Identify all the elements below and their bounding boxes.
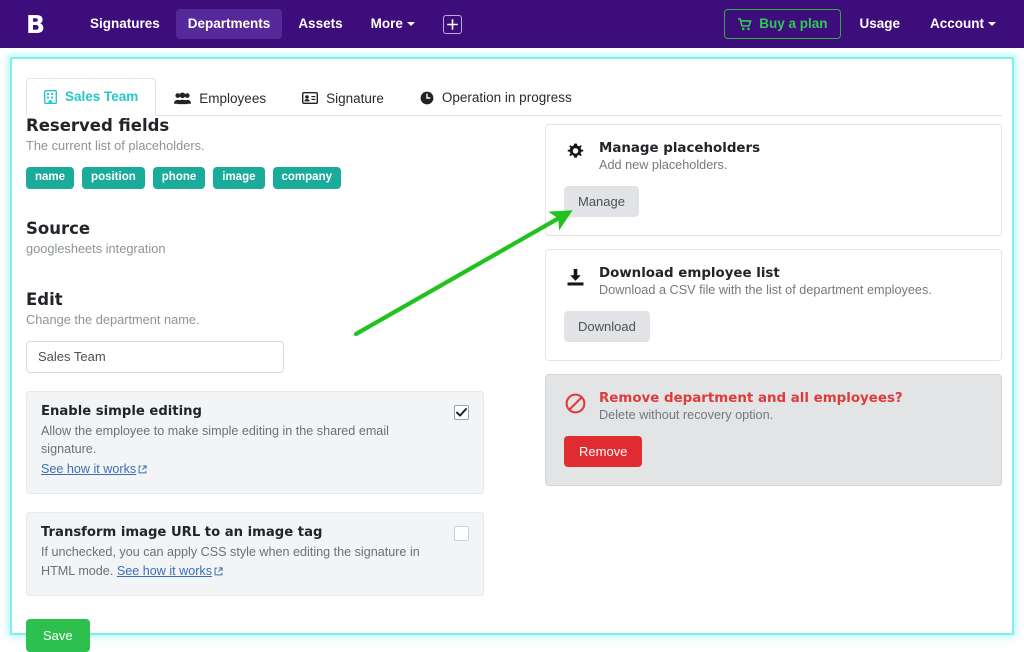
manage-button[interactable]: Manage [564,186,639,217]
buy-a-plan-label: Buy a plan [759,17,827,31]
tab-operation-in-progress[interactable]: Operation in progress [402,79,590,116]
nav-item-more[interactable]: More [359,9,427,39]
plus-icon [447,19,458,30]
see-how-it-works-link-2[interactable]: See how it works [117,564,212,578]
checkmark-icon [456,408,467,417]
download-button[interactable]: Download [564,311,650,342]
edit-subtitle: Change the department name. [26,312,531,327]
option-enable-simple-editing-desc: Allow the employee to make simple editin… [41,422,441,459]
nav-item-departments-label: Departments [188,16,271,31]
clock-icon [420,91,434,105]
card-manage-placeholders: Manage placeholders Add new placeholders… [545,124,1002,236]
buy-a-plan-button[interactable]: Buy a plan [724,9,841,39]
tab-operation-in-progress-label: Operation in progress [442,91,572,105]
nav-item-assets[interactable]: Assets [286,9,354,39]
option-enable-simple-editing-link-row: See how it works [41,460,441,479]
nav-item-departments[interactable]: Departments [176,9,283,39]
main-panel: Sales Team Employees [10,57,1014,635]
chevron-down-icon [988,22,996,26]
tab-employees-label: Employees [199,92,266,106]
nav-item-signatures[interactable]: Signatures [78,9,172,39]
nav-item-account[interactable]: Account [918,9,1008,39]
placeholder-badge-name[interactable]: name [26,167,74,189]
no-entry-icon [564,391,586,414]
tab-bar: Sales Team Employees [26,73,1002,116]
left-column: Reserved fields The current list of plac… [26,116,531,652]
nav-item-usage-label: Usage [859,16,900,31]
top-navigation-bar: B Signatures Departments Assets More Buy… [0,0,1024,48]
chevron-down-icon [407,22,415,26]
right-column: Manage placeholders Add new placeholders… [545,124,1002,499]
card-remove-department-head: Remove department and all employees? Del… [564,391,983,422]
edit-section: Edit Change the department name. [26,290,531,373]
placeholder-badge-company[interactable]: company [273,167,342,189]
reserved-fields-subtitle: The current list of placeholders. [26,138,531,153]
placeholder-badge-position[interactable]: position [82,167,145,189]
option-transform-image-url: Transform image URL to an image tag If u… [26,512,484,596]
option-enable-simple-editing-title: Enable simple editing [41,404,469,419]
nav-item-account-label: Account [930,16,984,31]
card-download-employee-list-actions: Download [564,311,983,342]
nav-item-signatures-label: Signatures [90,16,160,31]
card-download-employee-list: Download employee list Download a CSV fi… [545,249,1002,361]
tab-signature-label: Signature [326,92,384,106]
tab-employees[interactable]: Employees [156,80,284,117]
card-manage-placeholders-actions: Manage [564,186,983,217]
transform-image-url-checkbox[interactable] [454,526,469,541]
department-name-input[interactable] [26,341,284,373]
nav-right-actions: Buy a plan Usage Account [724,9,1008,39]
remove-button[interactable]: Remove [564,436,642,467]
nav-item-more-label: More [371,16,403,31]
building-icon [44,90,57,104]
card-remove-department-desc: Delete without recovery option. [599,408,903,422]
option-enable-simple-editing: Enable simple editing Allow the employee… [26,391,484,495]
tab-sales-team-label: Sales Team [65,90,138,104]
add-new-button[interactable] [443,15,462,34]
option-transform-image-url-desc: If unchecked, you can apply CSS style wh… [41,543,441,581]
shopping-cart-icon [738,18,752,31]
card-download-employee-list-desc: Download a CSV file with the list of dep… [599,283,932,297]
option-transform-image-url-desc-text: If unchecked, you can apply CSS style wh… [41,545,420,577]
card-manage-placeholders-title: Manage placeholders [599,141,760,156]
nav-item-assets-label: Assets [298,16,342,31]
card-download-employee-list-text: Download employee list Download a CSV fi… [599,266,932,297]
placeholder-badge-image[interactable]: image [213,167,264,189]
primary-nav-links: Signatures Departments Assets More [78,9,462,39]
card-manage-placeholders-desc: Add new placeholders. [599,158,760,172]
external-link-icon [138,461,147,479]
download-icon [564,266,586,287]
card-remove-department-title: Remove department and all employees? [599,391,903,406]
tab-content: Reserved fields The current list of plac… [12,116,1012,634]
card-download-employee-list-title: Download employee list [599,266,932,281]
nav-item-usage[interactable]: Usage [847,9,912,39]
source-value: googlesheets integration [26,241,531,256]
card-remove-department-actions: Remove [564,436,983,467]
external-link-icon [214,563,223,581]
source-section: Source googlesheets integration [26,219,531,256]
card-remove-department: Remove department and all employees? Del… [545,374,1002,486]
app-logo[interactable]: B [18,7,52,41]
card-remove-department-text: Remove department and all employees? Del… [599,391,903,422]
placeholder-badge-list: name position phone image company [26,167,531,189]
tab-signature[interactable]: Signature [284,80,402,117]
card-manage-placeholders-head: Manage placeholders Add new placeholders… [564,141,983,172]
tab-sales-team[interactable]: Sales Team [26,78,156,116]
placeholder-badge-phone[interactable]: phone [153,167,206,189]
people-icon [174,92,191,105]
card-download-employee-list-head: Download employee list Download a CSV fi… [564,266,983,297]
gear-icon [564,141,586,162]
id-card-icon [302,92,318,104]
enable-simple-editing-checkbox[interactable] [454,405,469,420]
source-title: Source [26,219,531,238]
reserved-fields-title: Reserved fields [26,116,531,135]
option-transform-image-url-title: Transform image URL to an image tag [41,525,469,540]
see-how-it-works-link-1[interactable]: See how it works [41,462,136,476]
edit-title: Edit [26,290,531,309]
card-manage-placeholders-text: Manage placeholders Add new placeholders… [599,141,760,172]
